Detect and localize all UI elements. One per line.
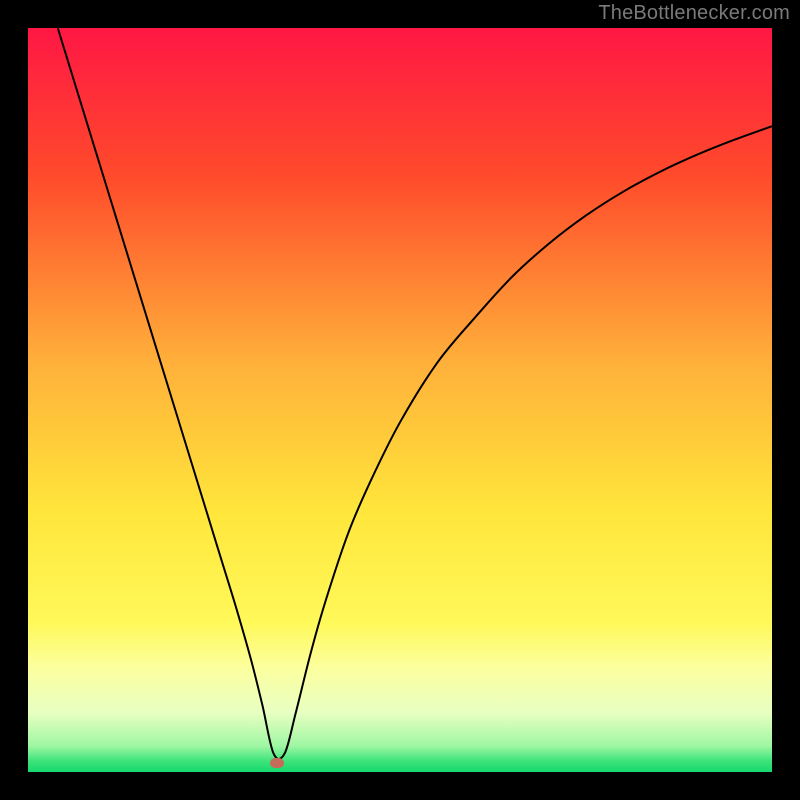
watermark-text: TheBottlenecker.com: [598, 2, 790, 25]
bottleneck-curve: [58, 28, 772, 759]
curve-layer: [28, 28, 772, 772]
optimal-point-marker: [270, 758, 284, 768]
chart-frame: TheBottlenecker.com: [0, 0, 800, 800]
plot-area: [28, 28, 772, 772]
